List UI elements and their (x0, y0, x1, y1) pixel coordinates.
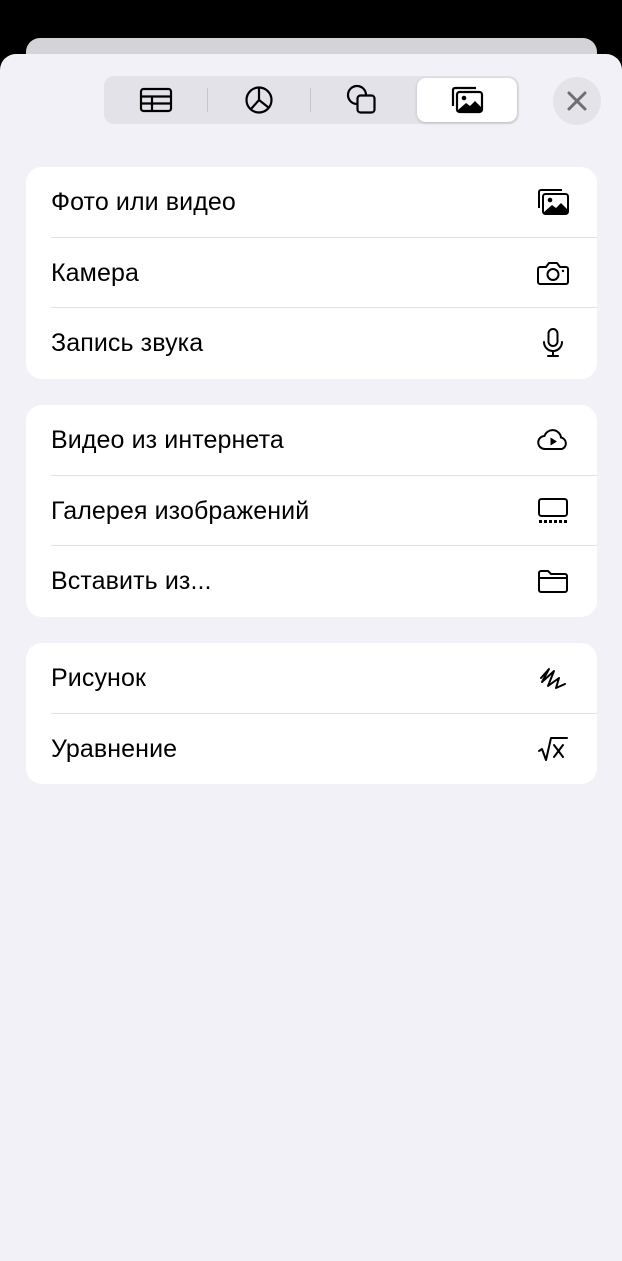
menu-item-camera[interactable]: Камера (26, 238, 597, 308)
menu-item-photo-or-video[interactable]: Фото или видео (26, 167, 597, 238)
menu-item-label: Видео из интернета (51, 426, 284, 454)
segment-shapes[interactable] (312, 78, 412, 122)
menu-item-label: Уравнение (51, 734, 178, 763)
microphone-icon (535, 325, 571, 361)
menu-item-label: Запись звука (51, 329, 204, 357)
menu-item-label: Рисунок (51, 664, 146, 692)
insert-sheet: Фото или видео Камера Запись звука Видео… (0, 54, 622, 1261)
photo-library-icon (535, 184, 571, 220)
menu-item-label: Камера (51, 258, 139, 287)
menu-item-label: Фото или видео (51, 188, 236, 216)
media-source-group: Фото или видео Камера Запись звука (26, 167, 597, 379)
menu-item-label: Вставить из... (51, 567, 212, 595)
menu-item-drawing[interactable]: Рисунок (26, 643, 597, 714)
web-media-group: Видео из интернета Галерея изображений В… (26, 405, 597, 617)
menu-item-web-video[interactable]: Видео из интернета (26, 405, 597, 476)
segment-media[interactable] (417, 78, 517, 122)
menu-item-insert-from[interactable]: Вставить из... (26, 546, 597, 617)
segment-table[interactable] (106, 78, 206, 122)
scribble-icon (535, 660, 571, 696)
menu-item-audio-recording[interactable]: Запись звука (26, 308, 597, 379)
menu-item-label: Галерея изображений (51, 496, 310, 525)
segment-chart[interactable] (209, 78, 309, 122)
photo-stack-icon (449, 85, 485, 115)
close-button[interactable] (553, 77, 601, 125)
menu-item-equation[interactable]: Уравнение (26, 714, 597, 785)
square-root-icon (535, 731, 571, 767)
image-gallery-icon (535, 493, 571, 529)
menu-item-image-gallery[interactable]: Галерея изображений (26, 476, 597, 546)
table-icon (139, 86, 173, 114)
cloud-play-icon (535, 422, 571, 458)
segment-divider (207, 88, 208, 112)
insert-category-segmented-control (104, 76, 519, 124)
drawing-equation-group: Рисунок Уравнение (26, 643, 597, 784)
camera-icon (535, 255, 571, 291)
xmark-icon (567, 91, 587, 111)
shapes-icon (345, 84, 379, 116)
pie-chart-icon (244, 85, 274, 115)
folder-icon (535, 563, 571, 599)
segment-divider (310, 88, 311, 112)
